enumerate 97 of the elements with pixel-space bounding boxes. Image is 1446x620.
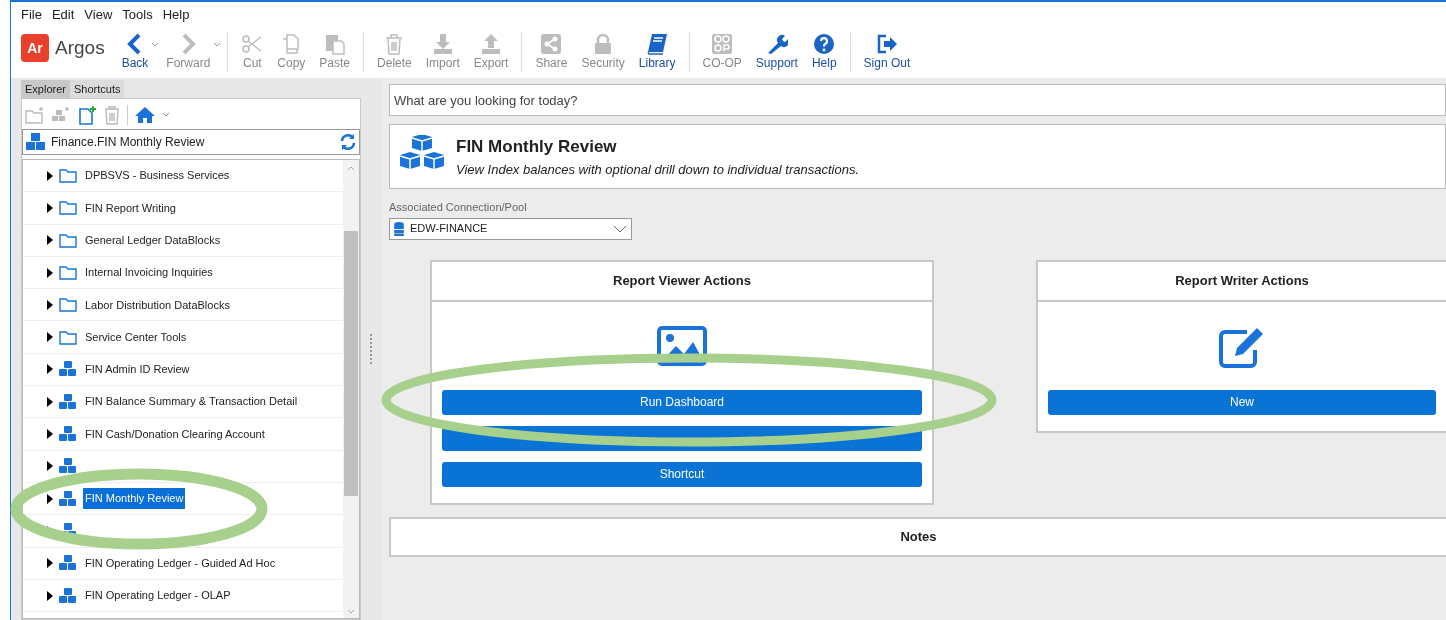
expand-arrow-icon[interactable] — [47, 267, 53, 278]
report-description: View Index balances with optional drill down to individual transactions. — [456, 160, 859, 179]
expand-arrow-icon[interactable] — [47, 235, 53, 246]
action-button[interactable]: Shortcut — [442, 461, 922, 487]
toolbar-button[interactable]: Copy — [270, 32, 313, 70]
caret-icon[interactable] — [162, 112, 170, 118]
tree-item[interactable]: FIN Admin ID Review — [83, 359, 192, 380]
search-field[interactable]: What are you looking for today? — [389, 84, 1446, 116]
scroll-thumb[interactable] — [344, 231, 358, 496]
expand-arrow-icon[interactable] — [47, 493, 53, 504]
folder-icon — [59, 265, 77, 281]
card-title: Report Viewer Actions — [613, 271, 751, 290]
logo-text: Argos — [55, 36, 105, 60]
book-icon — [646, 33, 669, 55]
panel-tab[interactable]: Explorer — [21, 80, 70, 98]
report-icon — [59, 458, 77, 475]
expand-arrow-icon[interactable] — [47, 429, 53, 439]
toolbar-button[interactable]: Help — [804, 32, 844, 70]
toolbar-button[interactable]: Support — [748, 32, 805, 70]
tree-item[interactable]: FIN Monthly Review — [83, 488, 186, 509]
menu-item[interactable]: View — [84, 5, 113, 25]
home-icon[interactable] — [134, 106, 156, 124]
report-icon — [59, 426, 77, 442]
report-title: FIN Monthly Review — [456, 136, 618, 158]
path-field[interactable]: Finance.FIN Monthly Review — [22, 129, 360, 155]
tree-item[interactable]: FIN Balance Summary & Transaction Detail — [83, 391, 300, 412]
expand-arrow-icon[interactable] — [47, 364, 53, 375]
splitter-handle[interactable] — [370, 334, 372, 364]
report-icon — [59, 361, 77, 378]
folder-icon — [59, 329, 77, 345]
toolbar-button[interactable]: Security — [574, 32, 632, 70]
toolbar-button[interactable]: Share — [528, 32, 575, 70]
download-icon — [431, 33, 454, 55]
folder-icon — [59, 168, 77, 184]
expand-arrow-icon[interactable] — [47, 202, 53, 213]
folder-icon — [59, 297, 77, 313]
refresh-icon[interactable] — [339, 133, 357, 151]
report-icon — [59, 490, 77, 507]
path-text: Finance.FIN Monthly Review — [51, 134, 206, 151]
toolbar-button[interactable]: Paste — [312, 32, 358, 70]
upload-icon — [480, 33, 503, 55]
toolbar-button[interactable]: Import — [418, 32, 467, 70]
toolbar-button[interactable]: Library — [631, 32, 683, 70]
tree-item[interactable]: Internal Invoicing Inquiries — [83, 262, 215, 283]
image-icon — [657, 325, 707, 366]
report-icon — [59, 587, 77, 604]
caret-icon[interactable] — [213, 42, 222, 48]
menu-item[interactable]: Help — [162, 5, 190, 25]
expand-arrow-icon[interactable] — [47, 590, 53, 601]
expand-arrow-icon[interactable] — [47, 299, 53, 310]
tree-item[interactable]: Labor Distribution DataBlocks — [83, 294, 232, 316]
paste-icon — [323, 33, 346, 55]
folder-icon — [59, 200, 77, 216]
tree-item[interactable]: DPBSVS - Business Services — [83, 165, 232, 186]
tree-item[interactable]: FIN Operating Ledger - Guided Ad Hoc — [83, 552, 278, 574]
caret-icon[interactable] — [151, 42, 160, 48]
tree-item[interactable]: FIN Report Writing — [83, 197, 178, 219]
chevron-down-icon — [613, 224, 627, 233]
toolbar-button[interactable]: Back — [114, 32, 156, 70]
new-document-icon[interactable] — [77, 105, 97, 125]
panel-tab[interactable]: Shortcuts — [69, 80, 125, 98]
tree-item[interactable]: Service Center Tools — [83, 326, 189, 348]
toolbar-button[interactable]: Sign Out — [856, 32, 918, 70]
expand-arrow-icon[interactable] — [47, 170, 53, 181]
toolbar-button[interactable]: Delete — [370, 32, 419, 70]
menu-item[interactable]: Tools — [122, 5, 153, 25]
tree-item[interactable]: FIN Cash/Donation Clearing Account — [83, 423, 267, 445]
report-icon — [59, 393, 77, 410]
share-icon — [540, 33, 563, 55]
expand-arrow-icon[interactable] — [47, 461, 53, 472]
toolbar-button[interactable]: Forward — [159, 32, 218, 70]
toolbar-button[interactable]: CO-OP — [695, 32, 749, 70]
report-icon — [25, 132, 47, 152]
action-button[interactable]: Run Dashboard — [442, 389, 922, 415]
report-icon — [59, 555, 77, 572]
menu-item[interactable]: File — [21, 5, 42, 25]
scrollbar[interactable] — [343, 160, 359, 618]
expand-arrow-icon[interactable] — [47, 558, 53, 569]
toolbar-button[interactable]: Export — [466, 32, 516, 70]
action-button[interactable]: New — [1048, 389, 1436, 415]
help-icon — [813, 33, 836, 55]
tree-item[interactable]: General Ledger DataBlocks — [83, 230, 223, 251]
coop-icon — [711, 33, 734, 55]
sign-out-icon — [875, 33, 898, 55]
tree-item[interactable]: FIN Operating Ledger - OLAP — [83, 585, 233, 606]
logo-badge: Ar — [21, 34, 49, 63]
card-title: Report Writer Actions — [1175, 271, 1309, 290]
scissors-icon — [241, 33, 264, 55]
database-icon — [394, 221, 404, 236]
expand-arrow-icon[interactable] — [47, 396, 53, 407]
connection-label: Associated Connection/Pool — [389, 200, 528, 215]
menu-item[interactable]: Edit — [51, 5, 75, 25]
connection-dropdown[interactable]: EDW-FINANCE — [389, 217, 632, 240]
expand-arrow-icon[interactable] — [47, 332, 53, 343]
toolbar-button[interactable]: Cut — [234, 32, 271, 70]
notes-title: Notes — [900, 527, 937, 546]
folder-icon — [59, 232, 77, 248]
